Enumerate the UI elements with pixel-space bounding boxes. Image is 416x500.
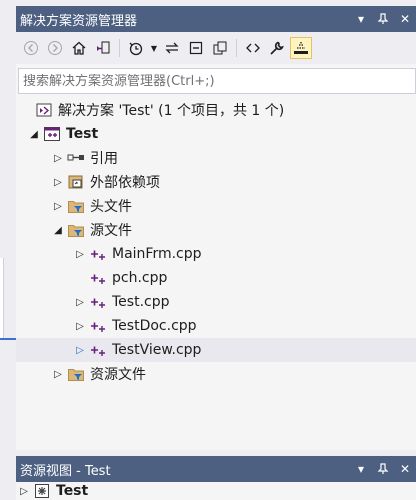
filter-folder-icon xyxy=(66,196,86,216)
tree-label-references: 引用 xyxy=(90,151,118,167)
adjacent-panel-edge xyxy=(0,258,4,338)
tree-collapsed-arrow-icon[interactable]: ▷ xyxy=(50,146,66,170)
left-dock-strip xyxy=(0,0,16,500)
chevron-down-icon[interactable]: ▼ xyxy=(149,37,159,59)
tree-label-file: pch.cpp xyxy=(112,270,168,286)
tree-collapsed-arrow-icon[interactable]: ▷ xyxy=(50,362,66,386)
tree-collapsed-arrow-icon[interactable]: ▷ xyxy=(72,314,88,338)
switch-views-icon[interactable] xyxy=(92,37,114,59)
cpp-project-icon xyxy=(42,124,62,144)
cpp-file-icon xyxy=(88,268,108,288)
tree-expanded-arrow-icon[interactable]: ◢ xyxy=(26,122,42,146)
tree-row-file[interactable]: ▷ Test.cpp xyxy=(16,290,416,314)
tree-collapsed-arrow-icon[interactable]: ▷ xyxy=(50,170,66,194)
tree-row-file[interactable]: ▷ MainFrm.cpp xyxy=(16,242,416,266)
show-all-files-icon[interactable] xyxy=(209,37,231,59)
tree-collapsed-arrow-icon[interactable]: ▷ xyxy=(72,290,88,314)
solution-explorer-toolbar: ▼ xyxy=(16,32,416,64)
collapse-all-icon[interactable] xyxy=(185,37,207,59)
forward-icon[interactable] xyxy=(44,37,66,59)
tree-label-file: Test.cpp xyxy=(112,294,170,310)
close-icon[interactable]: ✕ xyxy=(394,458,416,480)
tree-collapsed-arrow-icon[interactable]: ▷ xyxy=(72,242,88,266)
tree-label-header-files: 头文件 xyxy=(90,199,132,215)
resource-view-tree-row[interactable]: ▷ Test xyxy=(16,482,416,500)
toolbar-separator xyxy=(236,39,237,57)
tree-row-file-selected[interactable]: ▷ TestView.cpp xyxy=(16,338,416,362)
resource-view-project-label: Test xyxy=(56,483,89,499)
home-icon[interactable] xyxy=(68,37,90,59)
tree-row-source-files[interactable]: ◢ 源文件 xyxy=(16,218,416,242)
tree-row-file[interactable]: ▷ TestDoc.cpp xyxy=(16,314,416,338)
window-position-dropdown-icon[interactable]: ▾ xyxy=(350,8,372,30)
preview-selected-items-icon[interactable] xyxy=(290,37,312,59)
filter-folder-open-icon xyxy=(66,220,86,240)
tree-label-resource-files: 资源文件 xyxy=(90,367,146,383)
tree-row-solution[interactable]: 解决方案 'Test' (1 个项目，共 1 个) xyxy=(16,98,416,122)
resource-view-title: 资源视图 - Test xyxy=(20,463,111,479)
solution-explorer-panel: 解决方案资源管理器 ▾ ✕ ▼ 搜索解决方案资源管理器(Ctrl+;) 解决方案… xyxy=(16,6,416,450)
resource-view-titlebar[interactable]: 资源视图 - Test ▾ ✕ xyxy=(16,456,416,482)
adjacent-panel-highlight xyxy=(0,338,16,340)
tree-row-references[interactable]: ▷ 引用 xyxy=(16,146,416,170)
search-box[interactable] xyxy=(18,68,416,94)
filter-folder-icon xyxy=(66,364,86,384)
tree-collapsed-arrow-icon[interactable]: ▷ xyxy=(16,486,32,497)
pending-changes-filter-icon[interactable] xyxy=(125,37,147,59)
sync-with-active-document-icon[interactable] xyxy=(161,37,183,59)
search-input[interactable] xyxy=(23,73,415,89)
auto-hide-pin-icon[interactable] xyxy=(372,458,394,480)
solution-explorer-titlebar[interactable]: 解决方案资源管理器 ▾ ✕ xyxy=(16,6,416,32)
external-dependencies-icon xyxy=(66,172,86,192)
cpp-file-icon xyxy=(88,244,108,264)
tree-label-project: Test xyxy=(66,126,99,142)
back-icon[interactable] xyxy=(20,37,42,59)
cpp-file-icon xyxy=(88,340,108,360)
tree-label-source-files: 源文件 xyxy=(90,223,132,239)
code-view-icon[interactable] xyxy=(242,37,264,59)
auto-hide-pin-icon[interactable] xyxy=(372,8,394,30)
window-position-dropdown-icon[interactable]: ▾ xyxy=(350,458,372,480)
tree-label-solution: 解决方案 'Test' (1 个项目，共 1 个) xyxy=(58,103,285,119)
tree-collapsed-arrow-icon[interactable]: ▷ xyxy=(50,194,66,218)
panel-title: 解决方案资源管理器 xyxy=(20,13,138,29)
tree-row-resource-files[interactable]: ▷ 资源文件 xyxy=(16,362,416,386)
tree-row-external-dependencies[interactable]: ▷ 外部依赖项 xyxy=(16,170,416,194)
tree-label-file: TestView.cpp xyxy=(112,342,202,358)
close-icon[interactable]: ✕ xyxy=(394,8,416,30)
cpp-file-icon xyxy=(88,316,108,336)
tree-row-header-files[interactable]: ▷ 头文件 xyxy=(16,194,416,218)
solution-icon xyxy=(34,100,54,120)
tree-expanded-arrow-icon[interactable]: ◢ xyxy=(50,218,66,242)
tree-row-file[interactable]: pch.cpp xyxy=(16,266,416,290)
tree-collapsed-arrow-icon[interactable]: ▷ xyxy=(72,338,88,362)
cpp-file-icon xyxy=(88,292,108,312)
tree-row-project[interactable]: ◢ Test xyxy=(16,122,416,146)
tree-label-external-dependencies: 外部依赖项 xyxy=(90,175,160,191)
resource-project-icon xyxy=(32,482,52,500)
toolbar-separator xyxy=(119,39,120,57)
references-icon xyxy=(66,148,86,168)
tree-label-file: TestDoc.cpp xyxy=(112,318,197,334)
solution-tree: 解决方案 'Test' (1 个项目，共 1 个) ◢ Test ▷ 引用 ▷ … xyxy=(16,96,416,450)
tree-label-file: MainFrm.cpp xyxy=(112,246,202,262)
wrench-properties-icon[interactable] xyxy=(266,37,288,59)
